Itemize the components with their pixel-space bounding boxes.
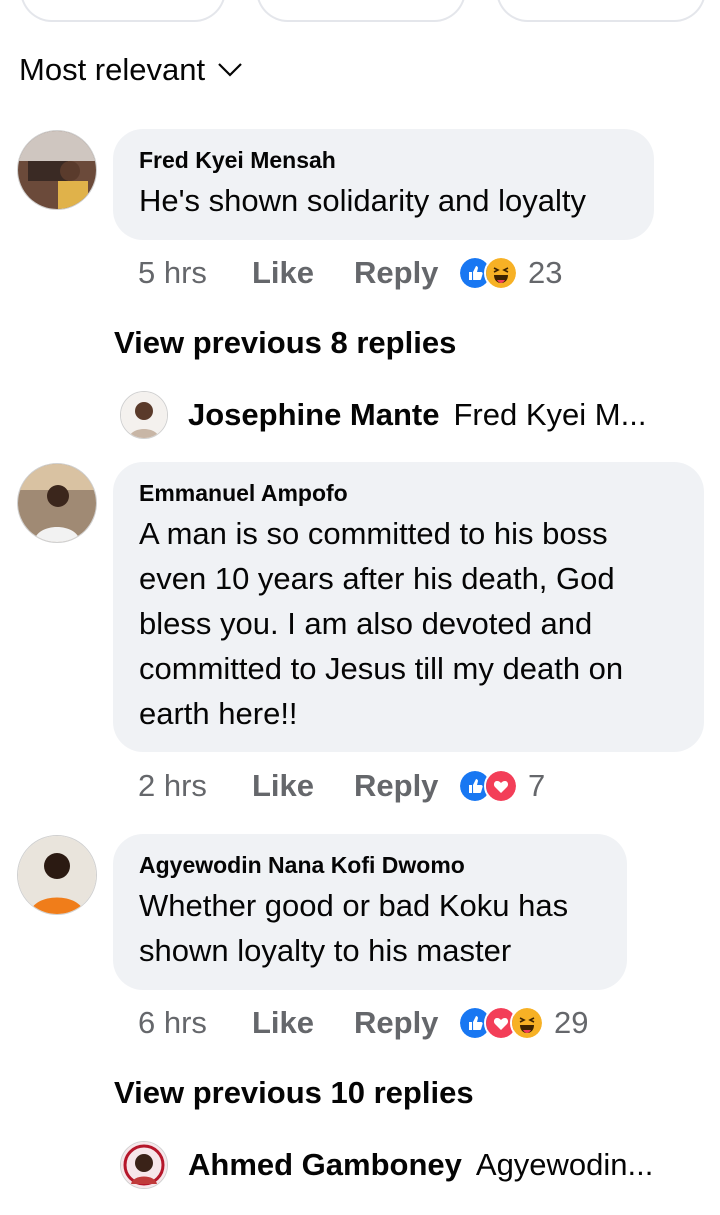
chevron-down-icon: [218, 63, 242, 77]
avatar[interactable]: [17, 835, 97, 915]
reply-button[interactable]: Reply: [354, 1005, 458, 1041]
avatar[interactable]: [17, 130, 97, 210]
sort-label: Most relevant: [19, 52, 206, 87]
comment-bubble[interactable]: Emmanuel Ampofo A man is so committed to…: [113, 462, 704, 752]
reply-author[interactable]: Josephine Mante: [188, 397, 440, 433]
comment-text: A man is so committed to his boss even 1…: [139, 516, 624, 731]
comment-author[interactable]: Fred Kyei Mensah: [139, 147, 628, 174]
like-button[interactable]: Like: [252, 255, 354, 291]
comment-time[interactable]: 6 hrs: [138, 1005, 252, 1041]
avatar[interactable]: [120, 391, 168, 439]
avatar[interactable]: [17, 463, 97, 543]
comment-author[interactable]: Agyewodin Nana Kofi Dwomo: [139, 852, 601, 879]
reply-text: Agyewodin...: [475, 1147, 654, 1182]
top-filter-pill-1[interactable]: [22, 0, 224, 20]
reactions-summary[interactable]: [458, 769, 518, 803]
reply-button[interactable]: Reply: [354, 768, 458, 804]
love-reaction-icon: [484, 769, 518, 803]
reply-text: Fred Kyei M...: [453, 397, 647, 432]
view-previous-replies[interactable]: View previous 8 replies: [114, 325, 456, 361]
like-button[interactable]: Like: [252, 768, 354, 804]
comment-actions: 2 hrs Like Reply 7: [138, 768, 545, 804]
comment-author[interactable]: Emmanuel Ampofo: [139, 480, 678, 507]
reply-preview[interactable]: Josephine Mante Fred Kyei M...: [120, 391, 646, 439]
comment-actions: 6 hrs Like Reply 29: [138, 1005, 588, 1041]
reply-button[interactable]: Reply: [354, 255, 458, 291]
sort-dropdown[interactable]: Most relevant: [19, 52, 243, 88]
comment-time[interactable]: 5 hrs: [138, 255, 252, 291]
reactions-summary[interactable]: [458, 256, 518, 290]
reactions-summary[interactable]: [458, 1006, 544, 1040]
haha-reaction-icon: [484, 256, 518, 290]
reaction-count[interactable]: 23: [528, 255, 562, 291]
reply-preview[interactable]: Ahmed Gamboney Agyewodin...: [120, 1141, 653, 1189]
reaction-count[interactable]: 29: [554, 1005, 588, 1041]
view-previous-replies[interactable]: View previous 10 replies: [114, 1075, 474, 1111]
reaction-count[interactable]: 7: [528, 768, 545, 804]
comment-bubble[interactable]: Fred Kyei Mensah He's shown solidarity a…: [113, 129, 654, 240]
reply-author[interactable]: Ahmed Gamboney: [188, 1147, 462, 1183]
top-filter-pill-3[interactable]: [498, 0, 704, 20]
avatar[interactable]: [120, 1141, 168, 1189]
top-filter-pill-2[interactable]: [258, 0, 464, 20]
comment-text: He's shown solidarity and loyalty: [139, 183, 587, 218]
like-button[interactable]: Like: [252, 1005, 354, 1041]
comment-actions: 5 hrs Like Reply 23: [138, 255, 562, 291]
haha-reaction-icon: [510, 1006, 544, 1040]
comment-time[interactable]: 2 hrs: [138, 768, 252, 804]
comment-text: Whether good or bad Koku has shown loyal…: [139, 888, 569, 968]
comment-bubble[interactable]: Agyewodin Nana Kofi Dwomo Whether good o…: [113, 834, 627, 990]
